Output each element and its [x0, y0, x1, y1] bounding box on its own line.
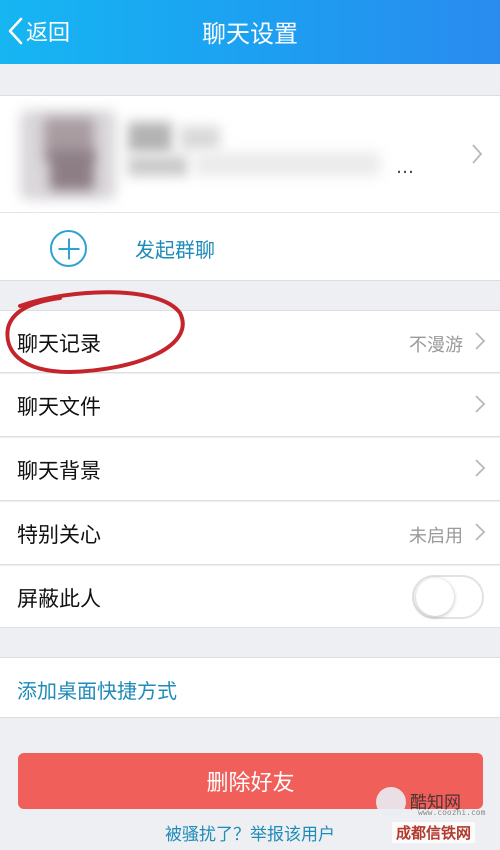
start-group-chat-label[interactable]: 发起群聊: [135, 234, 215, 263]
row-label: 屏蔽此人: [17, 587, 101, 611]
add-shortcut-label[interactable]: 添加桌面快捷方式: [17, 675, 177, 704]
chevron-right-icon: [472, 144, 483, 164]
chevron-right-icon: [475, 395, 486, 413]
row-label: 特别关心: [17, 523, 101, 547]
plus-circle-icon[interactable]: [50, 230, 87, 267]
row-label: 聊天记录: [17, 332, 101, 356]
row-chat-background[interactable]: 聊天背景: [0, 438, 500, 501]
chevron-right-icon: [475, 459, 486, 477]
row-label: 聊天背景: [17, 459, 101, 483]
row-label: 聊天文件: [17, 395, 101, 419]
row-special-care[interactable]: 特别关心 未启用: [0, 502, 500, 565]
chevron-right-icon: [475, 523, 486, 541]
row-value: 不漫游: [409, 335, 463, 356]
row-chat-files[interactable]: 聊天文件: [0, 374, 500, 437]
watermark-stamp: 成都信铁网: [392, 822, 476, 843]
toggle-knob: [416, 578, 454, 616]
watermark-logo-icon: [376, 787, 406, 817]
chevron-right-icon: [475, 332, 486, 350]
page-title: 聊天设置: [202, 20, 298, 48]
name-ellipsis: …: [396, 157, 414, 178]
watermark-url: www.coozhi.com: [418, 808, 486, 817]
nav-bar: 返回 聊天设置: [0, 0, 500, 64]
row-value: 未启用: [409, 526, 463, 547]
block-toggle[interactable]: [412, 575, 484, 619]
row-chat-history[interactable]: 聊天记录 不漫游: [0, 310, 500, 373]
